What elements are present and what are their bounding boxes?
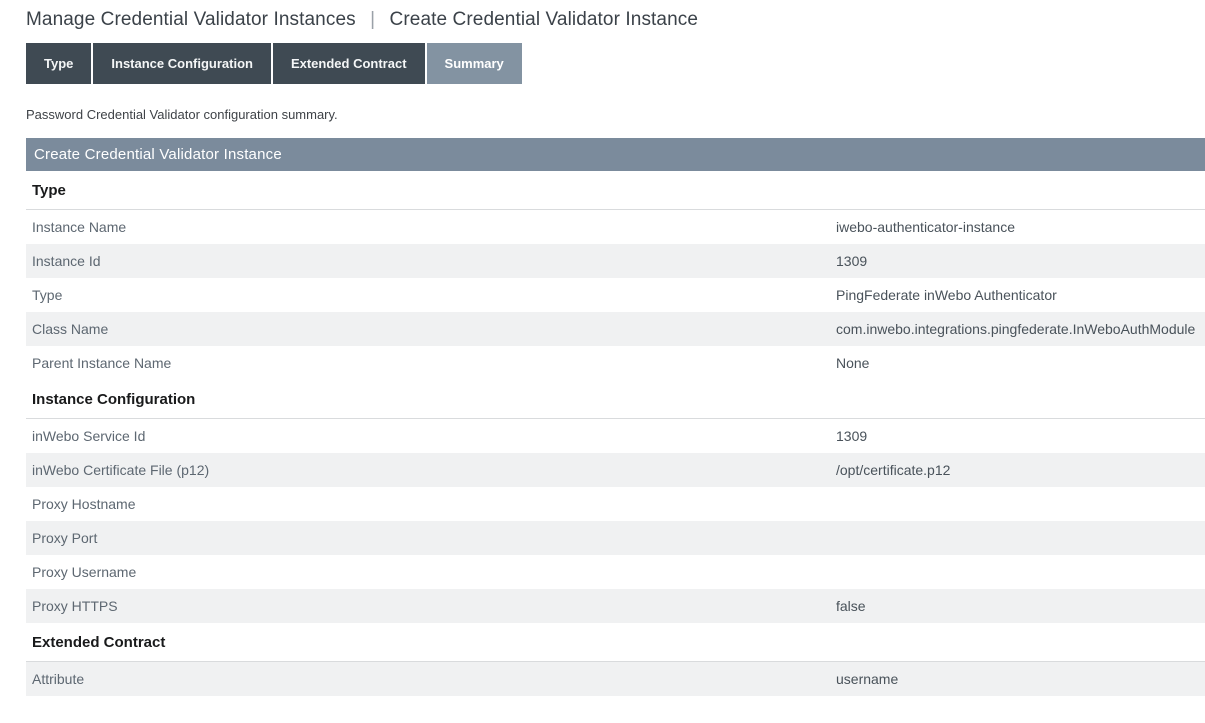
row-label: Class Name bbox=[26, 321, 836, 337]
section-heading-extended-contract: Extended Contract bbox=[26, 623, 1205, 662]
panel-header: Create Credential Validator Instance bbox=[26, 138, 1205, 171]
row-label: Proxy HTTPS bbox=[26, 598, 836, 614]
row-label: Parent Instance Name bbox=[26, 355, 836, 371]
row-label: Proxy Username bbox=[26, 564, 836, 580]
table-row: TypePingFederate inWebo Authenticator bbox=[26, 278, 1205, 312]
tab-extended-contract[interactable]: Extended Contract bbox=[273, 43, 425, 84]
tab-instance-configuration[interactable]: Instance Configuration bbox=[93, 43, 271, 84]
table-row: Instance Nameiwebo-authenticator-instanc… bbox=[26, 210, 1205, 244]
row-value: iwebo-authenticator-instance bbox=[836, 219, 1205, 235]
wizard-tabs: TypeInstance ConfigurationExtended Contr… bbox=[26, 43, 1205, 84]
section-heading-instance-configuration: Instance Configuration bbox=[26, 380, 1205, 419]
table-row: Proxy Hostname bbox=[26, 487, 1205, 521]
table-row: Class Namecom.inwebo.integrations.pingfe… bbox=[26, 312, 1205, 346]
row-label: inWebo Certificate File (p12) bbox=[26, 462, 836, 478]
row-value: 1309 bbox=[836, 253, 1205, 269]
page-title-right: Create Credential Validator Instance bbox=[390, 9, 698, 30]
row-value: None bbox=[836, 355, 1205, 371]
row-value: 1309 bbox=[836, 428, 1205, 444]
summary-table: TypeInstance Nameiwebo-authenticator-ins… bbox=[26, 171, 1205, 696]
tab-type[interactable]: Type bbox=[26, 43, 91, 84]
row-label: Instance Name bbox=[26, 219, 836, 235]
table-row: Instance Id1309 bbox=[26, 244, 1205, 278]
row-label: Proxy Hostname bbox=[26, 496, 836, 512]
page-title: Manage Credential Validator Instances | … bbox=[26, 9, 1205, 31]
row-label: Attribute bbox=[26, 671, 836, 687]
table-row: Attributeusername bbox=[26, 662, 1205, 696]
table-row: Proxy Username bbox=[26, 555, 1205, 589]
summary-description: Password Credential Validator configurat… bbox=[26, 107, 1205, 122]
table-row: Proxy Port bbox=[26, 521, 1205, 555]
row-value: /opt/certificate.p12 bbox=[836, 462, 1205, 478]
page-title-left: Manage Credential Validator Instances bbox=[26, 9, 356, 30]
table-row: Parent Instance NameNone bbox=[26, 346, 1205, 380]
table-row: Proxy HTTPSfalse bbox=[26, 589, 1205, 623]
title-separator: | bbox=[370, 9, 375, 30]
row-label: Proxy Port bbox=[26, 530, 836, 546]
row-label: Type bbox=[26, 287, 836, 303]
row-label: inWebo Service Id bbox=[26, 428, 836, 444]
table-row: inWebo Service Id1309 bbox=[26, 419, 1205, 453]
row-value: com.inwebo.integrations.pingfederate.InW… bbox=[836, 321, 1205, 337]
row-value: PingFederate inWebo Authenticator bbox=[836, 287, 1205, 303]
row-value: false bbox=[836, 598, 1205, 614]
section-heading-type: Type bbox=[26, 171, 1205, 210]
content-area: Manage Credential Validator Instances | … bbox=[0, 9, 1205, 696]
table-row: inWebo Certificate File (p12)/opt/certif… bbox=[26, 453, 1205, 487]
row-label: Instance Id bbox=[26, 253, 836, 269]
row-value: username bbox=[836, 671, 1205, 687]
tab-summary[interactable]: Summary bbox=[427, 43, 522, 84]
